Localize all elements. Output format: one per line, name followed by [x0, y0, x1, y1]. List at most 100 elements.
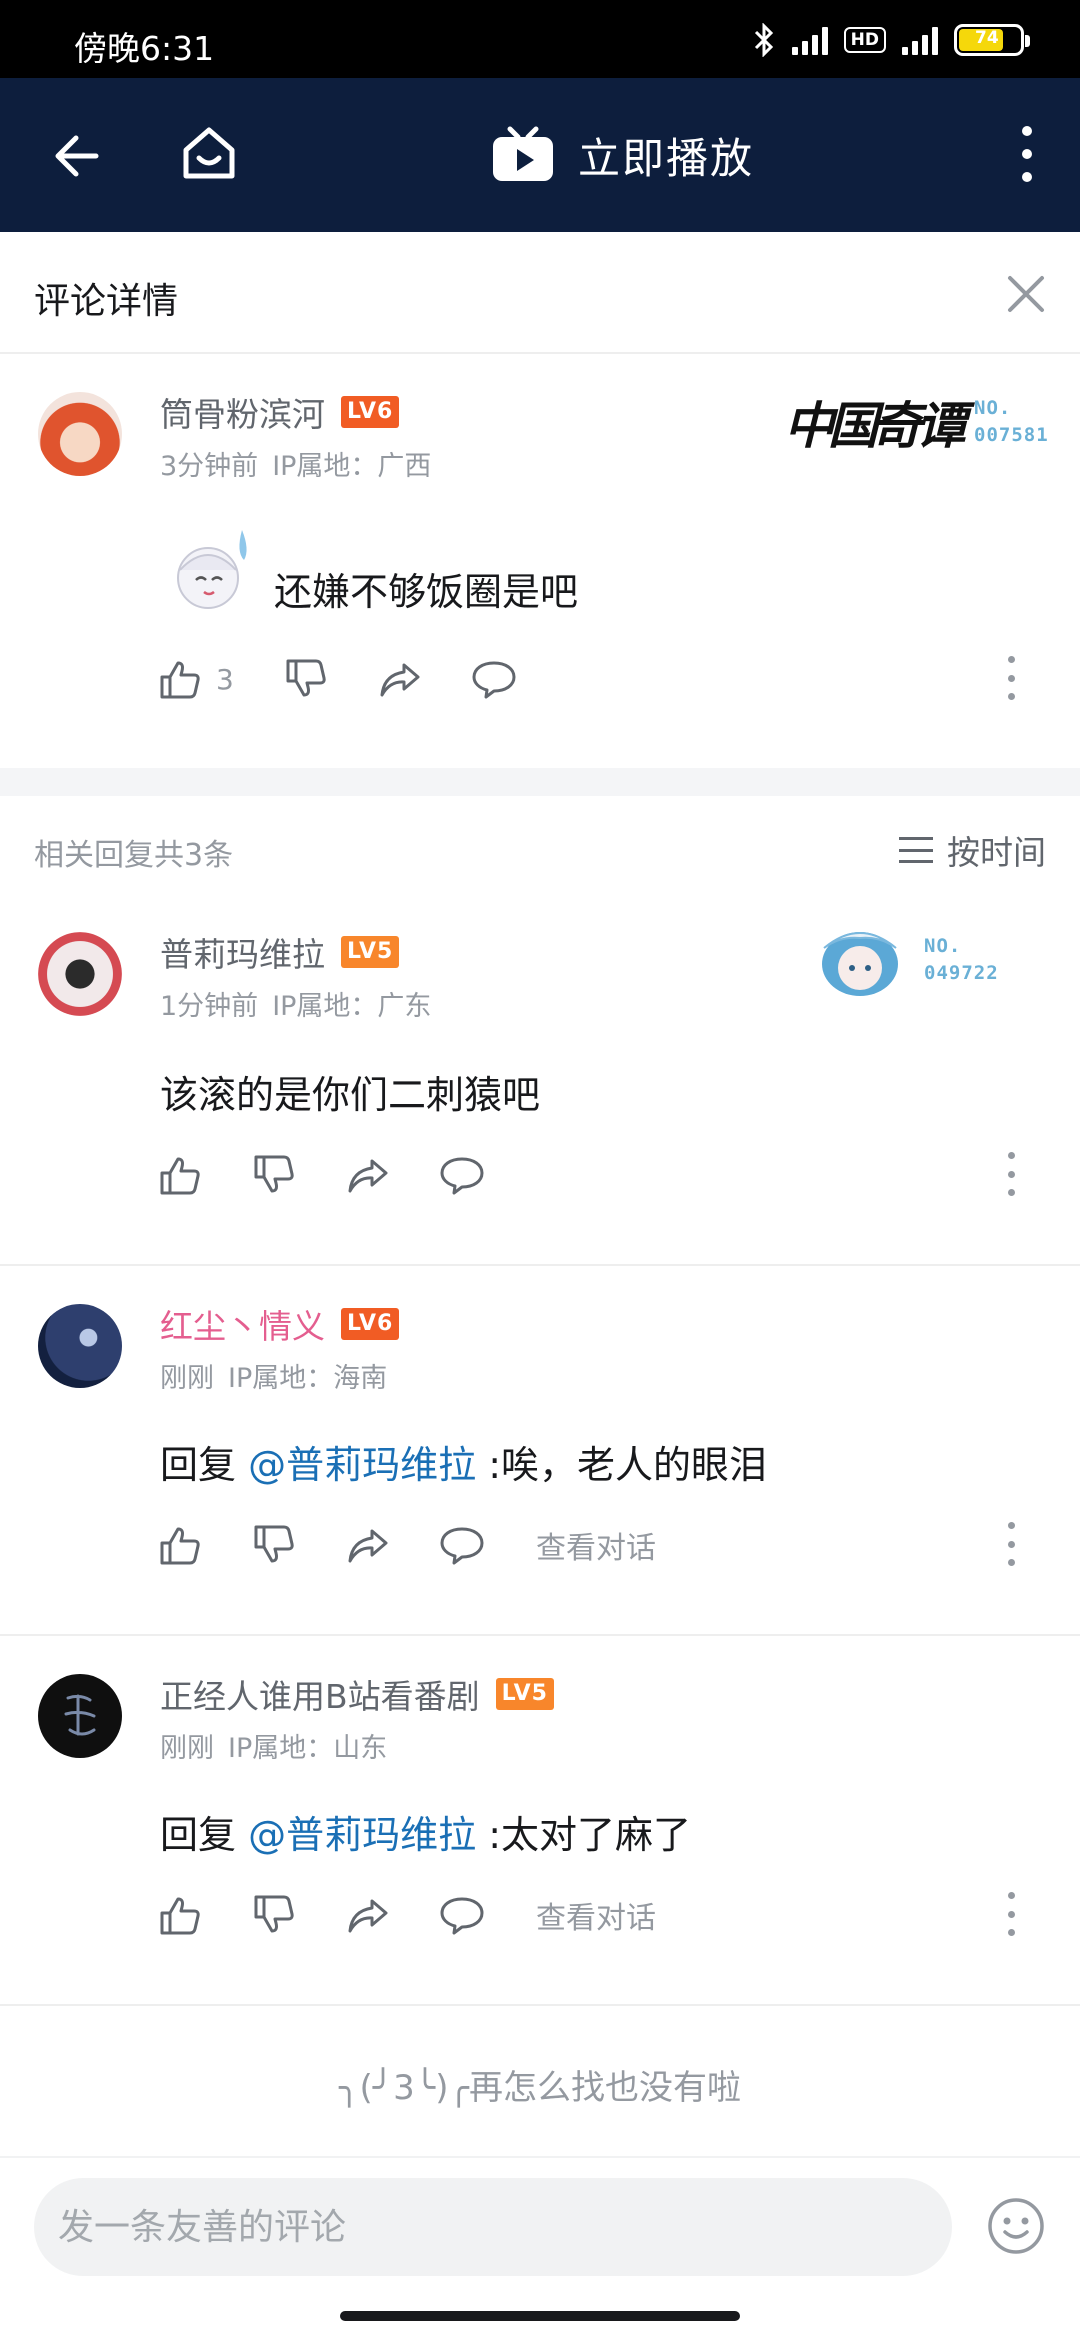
comment-meta: 刚刚 IP属地：海南	[160, 1356, 387, 1395]
play-now-button[interactable]: 立即播放	[490, 122, 754, 188]
avatar[interactable]	[38, 1304, 122, 1388]
bluetooth-icon	[754, 23, 773, 57]
status-bar: 傍晚6:31 HD 74	[0, 0, 1080, 78]
more-options-icon[interactable]	[1006, 656, 1016, 700]
back-icon[interactable]	[50, 128, 106, 184]
comment-time: 1分钟前	[160, 991, 259, 1022]
share-button[interactable]	[346, 1890, 390, 1940]
username[interactable]: 普莉玛维拉	[160, 928, 325, 976]
reply-icon	[440, 1157, 484, 1195]
like-icon	[160, 661, 200, 699]
view-conversation-button[interactable]: 查看对话	[536, 1520, 656, 1570]
like-icon	[160, 1527, 200, 1565]
home-indicator[interactable]	[340, 2311, 740, 2321]
fan-badge[interactable]: 中国奇谭 NO. 007581	[784, 386, 1049, 458]
like-count: 3	[216, 662, 234, 696]
avatar[interactable]	[38, 932, 122, 1016]
comment-ip: IP属地：广东	[272, 991, 432, 1022]
level-badge: LV6	[341, 396, 400, 428]
share-icon	[348, 1899, 388, 1933]
username-row: 红尘丶情义 LV6	[160, 1300, 400, 1348]
signal-icon	[791, 25, 828, 55]
comment-meta: 3分钟前 IP属地：广西	[160, 444, 431, 483]
signal-icon-2	[902, 25, 938, 55]
share-button[interactable]	[346, 1150, 390, 1200]
sort-button[interactable]: 按时间	[899, 826, 1046, 874]
comment-input[interactable]	[34, 2178, 952, 2276]
comment-actions	[158, 1150, 1038, 1200]
fan-badge[interactable]: NO. 049722	[810, 918, 999, 1002]
comment-meta: 刚刚 IP属地：山东	[160, 1726, 387, 1765]
like-button[interactable]	[158, 1150, 202, 1200]
comment-ip: IP属地：山东	[228, 1733, 388, 1764]
main-comment: 筒骨粉滨河 LV6 3分钟前 IP属地：广西 中国奇谭 NO. 007581 还嫌…	[0, 356, 1080, 766]
reply-button[interactable]	[472, 654, 516, 704]
more-options-icon[interactable]	[1006, 1152, 1016, 1196]
view-conversation-button[interactable]: 查看对话	[536, 1890, 656, 1940]
comment-input-wrapper[interactable]	[34, 2178, 952, 2276]
username[interactable]: 红尘丶情义	[160, 1300, 325, 1348]
battery-level: 74	[975, 28, 999, 48]
reply-icon	[440, 1527, 484, 1565]
mention-link[interactable]: @普莉玛维拉	[248, 1443, 476, 1487]
reply-prefix: 回复	[160, 1813, 249, 1857]
username[interactable]: 筒骨粉滨河	[160, 388, 325, 436]
reply-button[interactable]	[440, 1890, 484, 1940]
avatar[interactable]	[38, 392, 122, 476]
reply-item: 正经人谁用B站看番剧 LV5 刚刚 IP属地：山东 回复 @普莉玛维拉 :太对了麻…	[0, 1636, 1080, 2006]
section-separator	[0, 768, 1080, 796]
app-bar-title: 立即播放	[578, 133, 755, 183]
replies-count: 相关回复共3条	[34, 838, 234, 873]
sort-label: 按时间	[947, 833, 1046, 872]
comment-text: :太对了麻了	[476, 1813, 691, 1857]
avatar[interactable]	[38, 1674, 122, 1758]
detail-header: 评论详情	[0, 232, 1080, 354]
username-row: 正经人谁用B站看番剧 LV5	[160, 1670, 554, 1718]
comment-text: 还嫌不够饭圈是吧	[274, 570, 579, 614]
comment-detail-screen: { "status_bar": { "time": "傍晚6:31", "bat…	[0, 0, 1080, 2340]
comment-text-row: 回复 @普莉玛维拉 :唉，老人的眼泪	[160, 1434, 767, 1489]
emoji-icon[interactable]	[986, 2196, 1046, 2256]
comment-text: :唉，老人的眼泪	[476, 1443, 767, 1487]
like-button[interactable]: 3	[158, 654, 234, 704]
status-time: 傍晚6:31	[74, 29, 215, 68]
close-icon[interactable]	[1006, 274, 1046, 314]
reply-button[interactable]	[440, 1150, 484, 1200]
like-button[interactable]	[158, 1520, 202, 1570]
level-badge: LV5	[495, 1678, 554, 1710]
sticker-emoji	[177, 530, 247, 609]
dislike-button[interactable]	[252, 1890, 296, 1940]
reply-prefix: 回复	[160, 1443, 249, 1487]
share-button[interactable]	[378, 654, 422, 704]
share-icon	[380, 663, 420, 697]
dislike-button[interactable]	[284, 654, 328, 704]
badge-title: 中国奇谭	[784, 396, 966, 455]
comment-time: 3分钟前	[160, 451, 259, 482]
badge-no-label: NO.	[924, 935, 962, 957]
more-icon[interactable]	[1020, 126, 1034, 182]
dislike-button[interactable]	[252, 1520, 296, 1570]
view-conversation-label: 查看对话	[536, 1901, 656, 1936]
home-icon[interactable]	[178, 122, 240, 184]
more-options-icon[interactable]	[1006, 1522, 1016, 1566]
reply-icon	[472, 661, 516, 699]
dislike-icon	[254, 1155, 294, 1193]
share-icon	[348, 1529, 388, 1563]
comment-text-row: 还嫌不够饭圈是吧	[160, 520, 578, 616]
level-badge: LV5	[341, 936, 400, 968]
divider	[0, 2004, 1080, 2006]
page-title: 评论详情	[34, 281, 179, 322]
comment-ip: IP属地：广西	[272, 451, 432, 482]
comment-actions: 查看对话	[158, 1890, 1038, 1940]
share-button[interactable]	[346, 1520, 390, 1570]
dislike-button[interactable]	[252, 1150, 296, 1200]
dislike-icon	[254, 1895, 294, 1933]
view-conversation-label: 查看对话	[536, 1531, 656, 1566]
level-badge: LV6	[341, 1308, 400, 1340]
username[interactable]: 正经人谁用B站看番剧	[160, 1670, 480, 1718]
like-button[interactable]	[158, 1890, 202, 1940]
sort-icon	[899, 837, 933, 863]
mention-link[interactable]: @普莉玛维拉	[248, 1813, 476, 1857]
more-options-icon[interactable]	[1006, 1892, 1016, 1936]
reply-button[interactable]	[440, 1520, 484, 1570]
